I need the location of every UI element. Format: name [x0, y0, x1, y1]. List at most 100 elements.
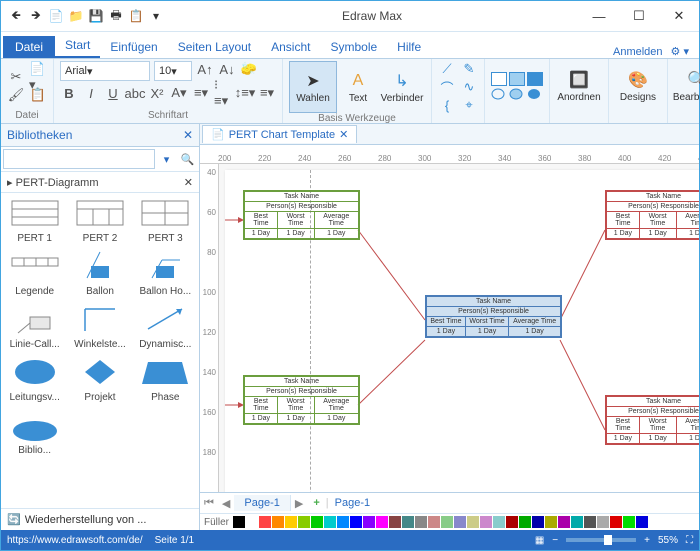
color-swatch[interactable] — [376, 516, 388, 528]
page-tab-1[interactable]: Page-1 — [234, 495, 290, 511]
line-spacing-icon[interactable]: ↕≡▾ — [236, 85, 254, 101]
color-swatch[interactable] — [584, 516, 596, 528]
color-swatch[interactable] — [558, 516, 570, 528]
zoom-slider[interactable] — [566, 538, 636, 542]
redo-button[interactable]: 🡺 — [27, 7, 45, 25]
text-tool[interactable]: A Text — [341, 62, 375, 112]
close-button[interactable]: ✕ — [659, 1, 699, 31]
fit-icon[interactable]: ⛶ — [686, 535, 693, 546]
color-swatch[interactable] — [467, 516, 479, 528]
color-swatch[interactable] — [636, 516, 648, 528]
file-tab[interactable]: Datei — [3, 36, 55, 58]
color-swatch[interactable] — [480, 516, 492, 528]
color-swatch[interactable] — [246, 516, 258, 528]
library-item[interactable]: PERT 2 — [70, 197, 129, 244]
anchor-icon[interactable]: ⌖ — [460, 97, 478, 113]
color-swatch[interactable] — [493, 516, 505, 528]
color-swatch[interactable] — [545, 516, 557, 528]
color-swatch[interactable] — [519, 516, 531, 528]
library-item[interactable]: PERT 3 — [136, 197, 195, 244]
library-item[interactable]: Biblio... — [5, 409, 64, 456]
canvas[interactable]: Task NamePerson(s) ResponsibleBest TimeW… — [219, 164, 699, 492]
color-swatch[interactable] — [428, 516, 440, 528]
pert-node[interactable]: Task NamePerson(s) ResponsibleBest TimeW… — [243, 375, 360, 425]
undo-button[interactable]: 🡸 — [7, 7, 25, 25]
settings-icon[interactable]: ⚙ ▾ — [671, 45, 689, 58]
page-first-icon[interactable]: ⏮ — [200, 497, 218, 510]
color-swatch[interactable] — [285, 516, 297, 528]
library-item[interactable]: Ballon — [70, 250, 129, 297]
qat-dropdown[interactable]: ▾ — [147, 7, 165, 25]
tab-start[interactable]: Start — [55, 34, 100, 58]
zoom-in-icon[interactable]: + — [644, 535, 650, 546]
pert-node[interactable]: Task NamePerson(s) ResponsibleBest TimeW… — [425, 295, 562, 338]
font-color-icon[interactable]: A▾ — [170, 85, 188, 101]
designs-button[interactable]: 🎨Designs — [615, 61, 661, 111]
paste-icon[interactable]: 📋 — [29, 87, 47, 103]
curve-icon[interactable]: ∿ — [460, 79, 478, 95]
color-swatch[interactable] — [324, 516, 336, 528]
library-item[interactable]: PERT 1 — [5, 197, 64, 244]
align-icon[interactable]: ≡▾ — [258, 85, 276, 101]
signin-link[interactable]: Anmelden — [613, 46, 663, 58]
library-item[interactable]: Linie-Call... — [5, 303, 64, 350]
color-swatch[interactable] — [415, 516, 427, 528]
print-button[interactable]: 🖶 — [107, 7, 125, 25]
minimize-button[interactable]: — — [579, 1, 619, 31]
underline-icon[interactable]: U — [104, 85, 122, 101]
color-swatch[interactable] — [571, 516, 583, 528]
page-next-icon[interactable]: ▶ — [291, 497, 307, 510]
font-family-select[interactable]: Arial ▾ — [60, 61, 150, 81]
color-swatch[interactable] — [623, 516, 635, 528]
color-swatch[interactable] — [532, 516, 544, 528]
tab-layout[interactable]: Seiten Layout — [168, 36, 261, 58]
library-search-input[interactable] — [3, 149, 155, 169]
pert-node[interactable]: Task NamePerson(s) ResponsibleBest TimeW… — [605, 395, 699, 445]
bracket-icon[interactable]: { — [438, 97, 456, 113]
pert-node[interactable]: Task NamePerson(s) ResponsibleBest TimeW… — [605, 190, 699, 240]
shrink-font-icon[interactable]: A↓ — [218, 61, 236, 77]
library-item[interactable]: Winkelste... — [70, 303, 129, 350]
color-swatch[interactable] — [272, 516, 284, 528]
section-close-icon[interactable]: ✕ — [184, 176, 193, 189]
zoom-out-icon[interactable]: − — [552, 535, 558, 546]
library-item[interactable]: Leitungsv... — [5, 356, 64, 403]
doc-tab-close-icon[interactable]: ✕ — [339, 128, 348, 141]
color-swatch[interactable] — [363, 516, 375, 528]
color-swatch[interactable] — [402, 516, 414, 528]
color-swatch[interactable] — [389, 516, 401, 528]
page-prev-icon[interactable]: ◀ — [218, 497, 234, 510]
library-section-header[interactable]: ▸ PERT-Diagramm✕ — [1, 172, 199, 193]
grow-font-icon[interactable]: A↑ — [196, 61, 214, 77]
tab-insert[interactable]: Einfügen — [100, 36, 167, 58]
color-swatch[interactable] — [610, 516, 622, 528]
highlight-icon[interactable]: X² — [148, 85, 166, 101]
library-dropdown-icon[interactable]: ▾ — [157, 149, 176, 169]
color-swatch[interactable] — [454, 516, 466, 528]
color-swatch[interactable] — [259, 516, 271, 528]
strike-icon[interactable]: abc — [126, 85, 144, 101]
pen-icon[interactable]: ✎ — [460, 61, 478, 77]
copy-icon[interactable]: 📄▾ — [29, 69, 47, 85]
library-item[interactable]: Legende — [5, 250, 64, 297]
search-icon[interactable]: 🔍 — [178, 149, 197, 169]
italic-icon[interactable]: I — [82, 85, 100, 101]
maximize-button[interactable]: ☐ — [619, 1, 659, 31]
color-swatch[interactable] — [337, 516, 349, 528]
view-icon[interactable]: ▦ — [535, 535, 544, 546]
add-page-button[interactable]: + — [307, 497, 325, 509]
pert-node[interactable]: Task NamePerson(s) ResponsibleBest TimeW… — [243, 190, 360, 240]
tab-view[interactable]: Ansicht — [261, 36, 320, 58]
library-close-icon[interactable]: ✕ — [183, 128, 193, 142]
library-item[interactable]: Projekt — [70, 356, 129, 403]
format-painter-icon[interactable]: 🖌 — [7, 87, 25, 103]
new-button[interactable]: 📄 — [47, 7, 65, 25]
connector-tool[interactable]: ↳ Verbinder — [379, 62, 425, 112]
color-swatch[interactable] — [311, 516, 323, 528]
bullets-icon[interactable]: ≡▾ — [192, 85, 210, 101]
cut-icon[interactable]: ✂ — [7, 69, 25, 85]
arrange-button[interactable]: 🔲Anordnen — [556, 61, 602, 111]
color-swatch[interactable] — [350, 516, 362, 528]
document-tab[interactable]: 📄 PERT Chart Template ✕ — [202, 125, 357, 143]
color-swatch[interactable] — [506, 516, 518, 528]
